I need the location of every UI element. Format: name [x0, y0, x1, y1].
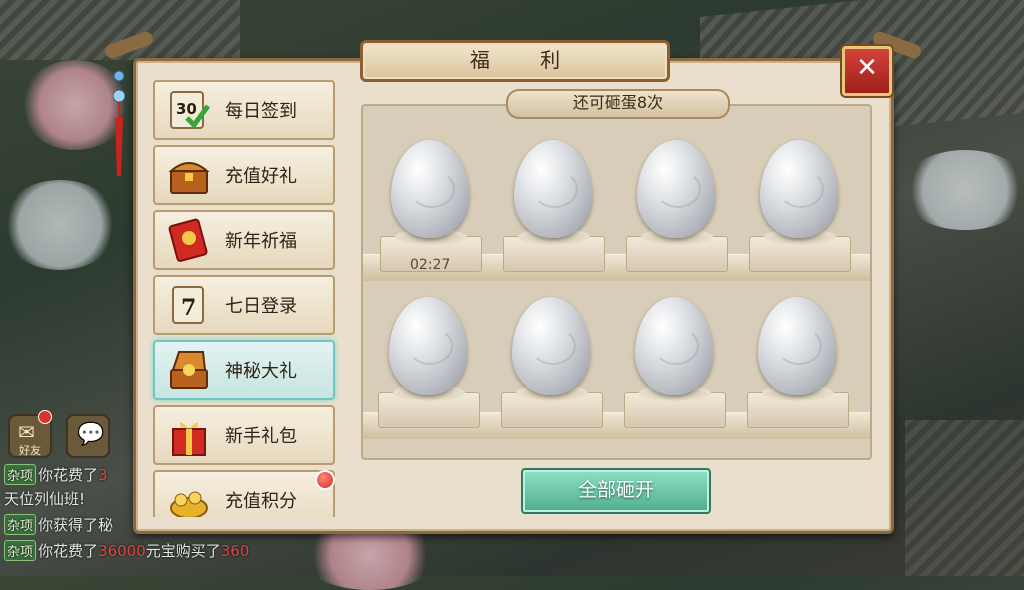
background-snow	[900, 150, 1024, 230]
chat-line: 杂项 你获得了秘	[4, 514, 113, 535]
gold-coins-icon	[170, 491, 208, 517]
svg-text:7: 7	[181, 295, 196, 321]
sidebar-item-label: 充值积分	[225, 491, 297, 512]
sidebar-menu[interactable]: 30 每日签到 充值好礼 新年祈福 7 七日登录 神秘大礼 新手礼包 充值积分	[145, 72, 340, 517]
chat-button[interactable]: 💬	[66, 414, 110, 458]
egg-stand	[501, 385, 603, 428]
friends-icon: ✉	[18, 420, 35, 444]
chat-tag: 杂项	[4, 464, 37, 485]
open-chest-icon	[170, 351, 208, 389]
sidebar-item-label: 七日登录	[225, 296, 297, 317]
egg-stand	[747, 385, 849, 428]
remaining-smashes-banner: 还可砸蛋8次	[506, 89, 730, 119]
friends-notification-dot	[38, 410, 52, 424]
svg-text:30: 30	[176, 100, 197, 118]
calendar-30-check-icon: 30	[170, 91, 211, 129]
egg-stand	[626, 229, 728, 272]
friends-label: 好友	[19, 444, 41, 457]
chat-line: 杂项 你花费了3	[4, 464, 108, 485]
chat-text: 你花费了	[38, 542, 99, 560]
chat-tag: 杂项	[4, 540, 37, 561]
tassel-ornament	[113, 70, 125, 176]
egg-timer: 02:27	[410, 257, 451, 273]
sidebar-item-daily-checkin[interactable]: 30 每日签到	[153, 80, 335, 140]
sidebar-item-label: 每日签到	[225, 101, 297, 122]
chat-text: 天位列仙班!	[4, 490, 86, 508]
panel-title: 福 利	[360, 40, 670, 82]
close-icon: ✕	[856, 53, 878, 83]
egg-stand	[503, 229, 605, 272]
sidebar-item-newbie-pack[interactable]: 新手礼包	[153, 405, 335, 465]
sidebar-item-label: 新手礼包	[225, 426, 297, 447]
chat-line: 杂项 你花费了36000元宝购买了360	[4, 540, 249, 561]
sidebar-item-recharge-gift[interactable]: 充值好礼	[153, 145, 335, 205]
sidebar-item-recharge-points[interactable]: 充值积分	[153, 470, 335, 517]
treasure-chest-icon	[168, 162, 210, 194]
sidebar-item-label: 新年祈福	[225, 231, 297, 252]
sidebar-item-label: 充值好礼	[225, 166, 297, 187]
sidebar-item-new-year-blessing[interactable]: 新年祈福	[153, 210, 335, 270]
sidebar-item-mystery-gift[interactable]: 神秘大礼	[153, 340, 335, 400]
chat-highlight: 36000	[98, 542, 146, 560]
notification-badge	[315, 470, 335, 490]
background-fence	[905, 420, 1024, 576]
background-snow	[0, 180, 120, 270]
egg-stand	[624, 385, 726, 428]
close-button[interactable]: ✕	[842, 46, 892, 96]
chat-text: 你花费了	[38, 466, 99, 484]
gift-box-icon	[172, 422, 206, 456]
chat-line: 天位列仙班!	[4, 488, 85, 509]
red-envelope-icon	[168, 218, 208, 262]
chat-text-suffix: 元宝购买了	[145, 542, 221, 560]
sidebar-item-seven-day-login[interactable]: 7 七日登录	[153, 275, 335, 335]
chat-text: 你获得了秘	[38, 516, 114, 534]
egg-stand	[749, 229, 851, 272]
chat-highlight: 3	[98, 466, 108, 484]
calendar-7-icon: 7	[172, 286, 204, 324]
egg-stand	[378, 385, 480, 428]
smash-all-button[interactable]: 全部砸开	[521, 468, 711, 514]
sidebar-item-label: 神秘大礼	[225, 361, 297, 382]
chat-tag: 杂项	[4, 514, 37, 535]
chat-highlight: 360	[220, 542, 250, 560]
chat-bubble-icon: 💬	[77, 422, 105, 447]
